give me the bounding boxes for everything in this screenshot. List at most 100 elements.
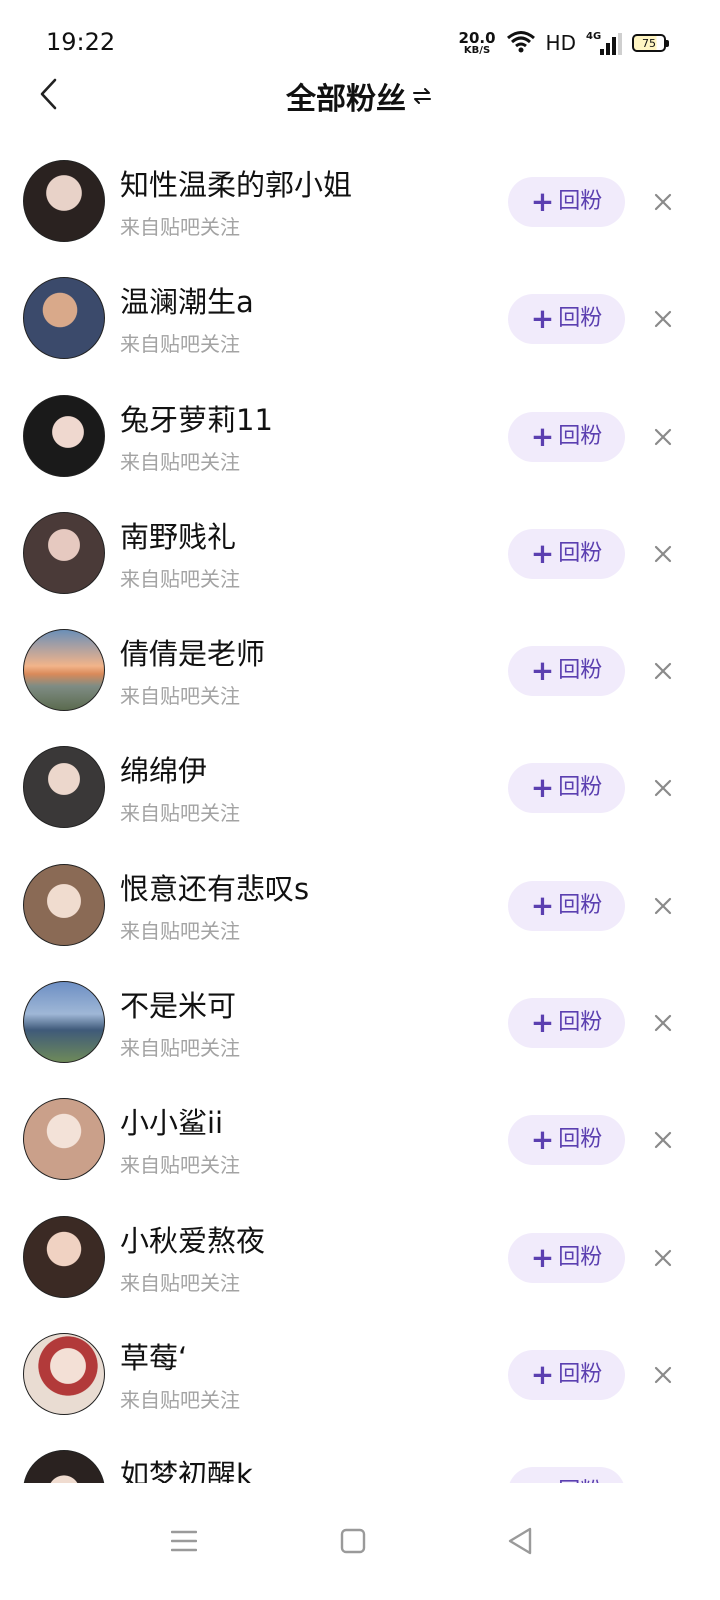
follow-back-button[interactable]: + 回粉 [508, 294, 625, 345]
close-icon [654, 1132, 672, 1149]
close-icon [654, 1366, 672, 1384]
remove-follower-button[interactable] [648, 1008, 678, 1038]
header: 全部粉丝 [0, 66, 720, 122]
follow-back-button[interactable]: + 回粉 [508, 411, 625, 462]
follow-back-button[interactable]: + 回粉 [508, 646, 625, 697]
swap-arrows-icon [412, 85, 434, 107]
follow-back-button[interactable]: + 回粉 [508, 763, 625, 814]
avatar[interactable] [23, 394, 105, 477]
follower-source: 来自贴吧关注 [120, 1270, 240, 1295]
remove-follower-button[interactable] [648, 539, 678, 569]
status-bar: 19:22 20.0 KB/S HD 4G 75 [0, 0, 720, 76]
net-speed-value: 20.0 [458, 28, 496, 47]
follow-back-button[interactable]: + 回粉 [508, 1467, 625, 1483]
remove-follower-button[interactable] [648, 1243, 678, 1273]
close-icon [654, 663, 672, 680]
follower-name[interactable]: 如梦初醒k [120, 1452, 253, 1483]
home-square-icon [340, 1528, 366, 1554]
plus-icon: + [530, 1006, 555, 1040]
status-icons: 20.0 KB/S HD 4G 75 [458, 28, 669, 58]
follow-back-label: 回粉 [558, 775, 603, 801]
follower-source: 来自贴吧关注 [120, 566, 240, 591]
avatar[interactable] [23, 160, 105, 242]
follow-back-button[interactable]: + 回粉 [508, 528, 625, 579]
follower-row[interactable]: 不是米可 来自贴吧关注 + 回粉 [0, 964, 720, 1081]
follow-back-button[interactable]: + 回粉 [508, 1115, 625, 1166]
avatar[interactable] [23, 746, 105, 829]
follow-back-label: 回粉 [558, 306, 603, 332]
plus-icon: + [530, 536, 555, 570]
follower-row[interactable]: 知性温柔的郭小姐 来自贴吧关注 + 回粉 [0, 143, 720, 260]
follow-back-button[interactable]: + 回粉 [508, 998, 625, 1049]
follower-name[interactable]: 小秋爱熬夜 [120, 1218, 265, 1260]
follower-row[interactable]: 草莓‘ 来自贴吧关注 + 回粉 [0, 1316, 720, 1433]
remove-follower-button[interactable] [648, 1360, 678, 1390]
follower-row[interactable]: 小秋爱熬夜 来自贴吧关注 + 回粉 [0, 1199, 720, 1316]
title-toggle[interactable]: 全部粉丝 [0, 74, 720, 118]
plus-icon: + [530, 1123, 555, 1157]
avatar[interactable] [23, 629, 105, 712]
close-icon [654, 545, 672, 562]
menu-icon [171, 1530, 197, 1552]
remove-follower-button[interactable] [648, 773, 678, 803]
avatar[interactable] [23, 277, 105, 360]
follower-name[interactable]: 不是米可 [120, 983, 236, 1025]
follower-row[interactable]: 温澜潮生a 来自贴吧关注 + 回粉 [0, 260, 720, 377]
follow-back-button[interactable]: + 回粉 [508, 177, 625, 227]
follower-row[interactable]: 恨意还有悲叹s 来自贴吧关注 + 回粉 [0, 847, 720, 964]
follower-name[interactable]: 绵绵伊 [120, 748, 207, 790]
plus-icon: + [530, 654, 555, 688]
page-title: 全部粉丝 [286, 82, 406, 117]
status-time: 19:22 [46, 28, 116, 56]
close-icon [654, 311, 672, 328]
home-button[interactable] [333, 1521, 373, 1561]
follower-name[interactable]: 南野贱礼 [120, 514, 236, 556]
avatar[interactable] [23, 1098, 105, 1181]
follower-name[interactable]: 草莓‘ [120, 1335, 187, 1377]
back-nav-button[interactable] [500, 1521, 540, 1561]
follower-name[interactable]: 温澜潮生a [120, 279, 254, 321]
follow-back-button[interactable]: + 回粉 [508, 880, 625, 931]
follower-source: 来自贴吧关注 [120, 332, 240, 357]
follower-source: 来自贴吧关注 [120, 1036, 240, 1061]
close-icon [654, 1249, 672, 1266]
avatar[interactable] [23, 863, 105, 946]
follow-back-button[interactable]: + 回粉 [508, 1349, 625, 1400]
remove-follower-button[interactable] [648, 304, 678, 334]
avatar[interactable] [23, 511, 105, 594]
plus-icon: + [530, 888, 555, 922]
follow-back-button[interactable]: + 回粉 [508, 1232, 625, 1283]
signal-icon: 4G [586, 31, 622, 55]
avatar[interactable] [23, 981, 105, 1064]
follow-back-label: 回粉 [558, 540, 603, 566]
follower-row[interactable]: 如梦初醒k 来自贴吧关注 + 回粉 [0, 1433, 720, 1483]
follower-row[interactable]: 小小鲨ii 来自贴吧关注 + 回粉 [0, 1081, 720, 1198]
network-type: 4G [586, 31, 602, 42]
follower-list[interactable]: 知性温柔的郭小姐 来自贴吧关注 + 回粉 温澜潮生a 来自贴吧关注 + 回粉 兔… [0, 143, 720, 1483]
follower-name[interactable]: 兔牙萝莉11 [120, 397, 273, 439]
follower-name[interactable]: 小小鲨ii [120, 1100, 223, 1142]
follow-back-label: 回粉 [558, 1127, 603, 1153]
remove-follower-button[interactable] [648, 422, 678, 452]
remove-follower-button[interactable] [648, 891, 678, 921]
follower-name[interactable]: 知性温柔的郭小姐 [120, 162, 352, 204]
follow-back-label: 回粉 [558, 1244, 603, 1270]
follower-row[interactable]: 兔牙萝莉11 来自贴吧关注 + 回粉 [0, 378, 720, 495]
avatar[interactable] [23, 1215, 105, 1298]
plus-icon: + [530, 302, 555, 336]
remove-follower-button[interactable] [648, 656, 678, 686]
battery-level: 75 [642, 36, 656, 50]
plus-icon: + [530, 1357, 555, 1391]
avatar[interactable] [23, 1332, 105, 1415]
follower-source: 来自贴吧关注 [120, 918, 240, 943]
follower-source: 来自贴吧关注 [120, 449, 240, 474]
avatar[interactable] [23, 1450, 105, 1483]
follower-name[interactable]: 倩倩是老师 [120, 631, 265, 673]
menu-button[interactable] [164, 1521, 204, 1561]
follower-row[interactable]: 南野贱礼 来自贴吧关注 + 回粉 [0, 495, 720, 612]
follower-row[interactable]: 倩倩是老师 来自贴吧关注 + 回粉 [0, 612, 720, 729]
follower-name[interactable]: 恨意还有悲叹s [120, 866, 309, 908]
follower-row[interactable]: 绵绵伊 来自贴吧关注 + 回粉 [0, 729, 720, 846]
remove-follower-button[interactable] [648, 187, 678, 217]
remove-follower-button[interactable] [648, 1125, 678, 1155]
